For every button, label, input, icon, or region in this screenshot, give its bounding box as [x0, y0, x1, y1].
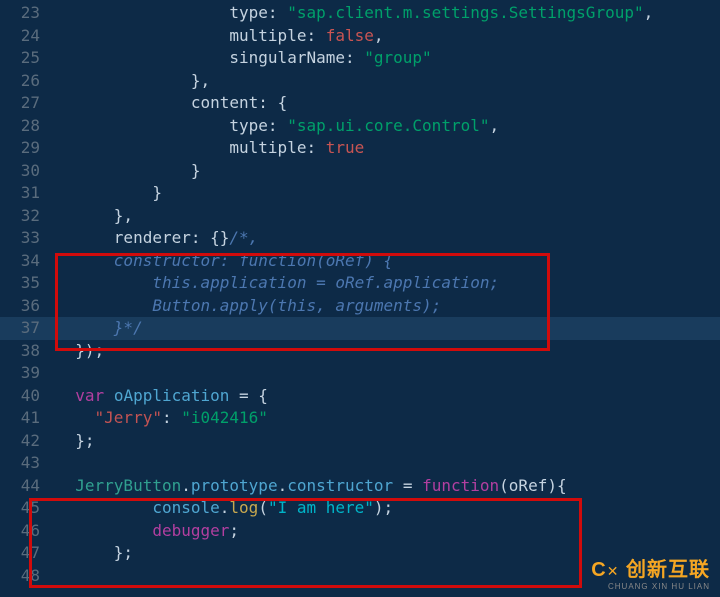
code-line[interactable]	[56, 452, 720, 475]
line-number: 26	[0, 70, 56, 93]
code-line[interactable]: JerryButton.prototype.constructor = func…	[56, 475, 720, 498]
line-number: 30	[0, 160, 56, 183]
code-editor[interactable]: 2324252627282930313233343536373839404142…	[0, 0, 720, 597]
line-number: 25	[0, 47, 56, 70]
code-line[interactable]: this.application = oRef.application;	[56, 272, 720, 295]
watermark-logo: C✕ 创新互联 CHUANG XIN HU LIAN	[591, 553, 710, 591]
line-number: 24	[0, 25, 56, 48]
code-line[interactable]: multiple: true	[56, 137, 720, 160]
code-content[interactable]: type: "sap.client.m.settings.SettingsGro…	[56, 0, 720, 597]
line-number: 38	[0, 340, 56, 363]
line-number: 45	[0, 497, 56, 520]
line-number: 40	[0, 385, 56, 408]
watermark-sub: CHUANG XIN HU LIAN	[591, 582, 710, 591]
code-line[interactable]: debugger;	[56, 520, 720, 543]
code-line[interactable]	[56, 362, 720, 385]
code-line[interactable]: content: {	[56, 92, 720, 115]
code-line[interactable]: }	[56, 160, 720, 183]
code-line[interactable]: },	[56, 205, 720, 228]
code-line[interactable]: },	[56, 70, 720, 93]
code-line[interactable]: type: "sap.ui.core.Control",	[56, 115, 720, 138]
line-number: 27	[0, 92, 56, 115]
line-number: 28	[0, 115, 56, 138]
line-number: 41	[0, 407, 56, 430]
code-line[interactable]: constructor: function(oRef) {	[56, 250, 720, 273]
code-line[interactable]: };	[56, 430, 720, 453]
code-line[interactable]: console.log("I am here");	[56, 497, 720, 520]
watermark-brand: 创新互联	[626, 559, 710, 581]
line-number: 39	[0, 362, 56, 385]
code-line[interactable]: }*/	[56, 317, 720, 340]
code-line[interactable]: renderer: {}/*,	[56, 227, 720, 250]
code-line[interactable]: Button.apply(this, arguments);	[56, 295, 720, 318]
line-number: 46	[0, 520, 56, 543]
line-number: 33	[0, 227, 56, 250]
line-number: 29	[0, 137, 56, 160]
code-line[interactable]: });	[56, 340, 720, 363]
code-line[interactable]: multiple: false,	[56, 25, 720, 48]
code-line[interactable]: "Jerry": "i042416"	[56, 407, 720, 430]
line-number-gutter: 2324252627282930313233343536373839404142…	[0, 0, 56, 597]
line-number: 37	[0, 317, 56, 340]
line-number: 35	[0, 272, 56, 295]
line-number: 44	[0, 475, 56, 498]
line-number: 23	[0, 2, 56, 25]
code-line[interactable]: type: "sap.client.m.settings.SettingsGro…	[56, 2, 720, 25]
code-line[interactable]: }	[56, 182, 720, 205]
line-number: 42	[0, 430, 56, 453]
line-number: 43	[0, 452, 56, 475]
line-number: 34	[0, 250, 56, 273]
line-number: 47	[0, 542, 56, 565]
line-number: 48	[0, 565, 56, 588]
line-number: 31	[0, 182, 56, 205]
line-number: 32	[0, 205, 56, 228]
code-line[interactable]: var oApplication = {	[56, 385, 720, 408]
line-number: 36	[0, 295, 56, 318]
code-line[interactable]: singularName: "group"	[56, 47, 720, 70]
